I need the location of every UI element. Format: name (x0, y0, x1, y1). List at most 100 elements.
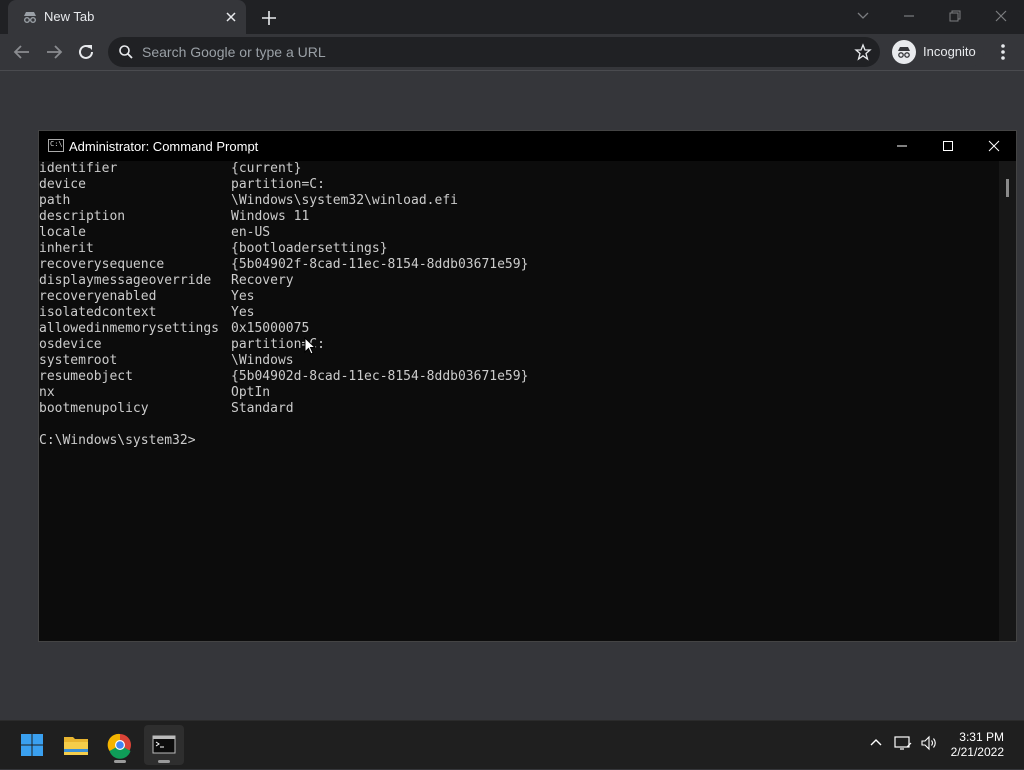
entry-key: systemroot (39, 353, 118, 368)
console-output[interactable]: identifier {current} device partition=C: p… (39, 161, 999, 641)
entry-key: bootmenupolicy (39, 401, 149, 416)
console-line: locale en-US (39, 225, 999, 241)
entry-key: locale (39, 225, 86, 240)
entry-key: path (39, 193, 71, 208)
entry-key: identifier (39, 161, 118, 176)
minimize-button[interactable] (886, 0, 932, 32)
minimize-icon (897, 145, 907, 147)
minimize-icon (904, 15, 914, 17)
entry-value: {current} (231, 161, 302, 176)
file-explorer-icon (64, 737, 88, 755)
taskbar-terminal[interactable] (144, 725, 184, 765)
cmd-maximize-button[interactable] (925, 131, 971, 161)
incognito-label: Incognito (923, 44, 976, 59)
command-prompt-window[interactable]: C:\ Administrator: Command Prompt identi… (38, 130, 1017, 642)
command-prompt-line[interactable]: C:\Windows\system32> (39, 433, 196, 449)
close-icon[interactable] (222, 8, 240, 26)
entry-value: \Windows (231, 353, 294, 368)
entry-key: resumeobject (39, 369, 133, 384)
volume-icon[interactable] (920, 735, 938, 751)
entry-value: Recovery (231, 273, 294, 288)
entry-key: allowedinmemorysettings (39, 321, 220, 336)
console-line: osdevice partition=C: (39, 337, 999, 353)
cmd-app-icon: C:\ (48, 139, 64, 152)
clock-date: 2/21/2022 (950, 745, 1004, 759)
entry-value: 0x15000075 (231, 321, 310, 336)
entry-key: inherit (39, 241, 94, 256)
incognito-profile-button[interactable]: Incognito (892, 37, 984, 67)
back-icon[interactable] (10, 40, 34, 64)
chevron-down-icon (857, 12, 869, 19)
entry-value: \Windows\system32\winload.efi (231, 193, 458, 208)
entry-key: nx (39, 385, 55, 400)
entry-value: Yes (231, 289, 255, 304)
entry-value: en-US (231, 225, 271, 240)
cmd-minimize-button[interactable] (879, 131, 925, 161)
running-indicator (114, 760, 126, 763)
address-bar[interactable]: Search Google or type a URL (108, 37, 880, 67)
cmd-close-button[interactable] (971, 131, 1017, 161)
forward-icon[interactable] (42, 40, 66, 64)
terminal-icon (152, 735, 176, 754)
taskbar-chrome[interactable] (100, 725, 140, 765)
tab-new-tab[interactable]: New Tab (8, 0, 246, 34)
chevron-up-icon[interactable] (868, 735, 884, 751)
console-line: recoveryenabled Yes (39, 289, 999, 305)
running-indicator (158, 760, 170, 763)
tab-title: New Tab (44, 9, 95, 24)
tab-search-button[interactable] (840, 0, 886, 32)
restore-button[interactable] (932, 0, 978, 32)
entry-key: displaymessageoverride (39, 273, 212, 288)
clock-time: 3:31 PM (959, 730, 1004, 744)
console-line: resumeobject {5b04902d-8cad-11ec-8154-8dd… (39, 369, 999, 385)
console-line: displaymessageoverride Recovery (39, 273, 999, 289)
start-button[interactable] (12, 725, 52, 765)
star-icon[interactable] (854, 43, 872, 61)
entry-value: partition=C: (231, 177, 325, 192)
maximize-icon (943, 141, 953, 151)
console-line: device partition=C: (39, 177, 999, 193)
entry-value: {5b04902f-8cad-11ec-8154-8ddb03671e59} (231, 257, 529, 272)
taskbar: 3:31 PM 2/21/2022 (0, 720, 1024, 769)
taskbar-clock[interactable]: 3:31 PM 2/21/2022 (951, 730, 1004, 760)
entry-key: description (39, 209, 126, 224)
console-scrollbar[interactable] (999, 161, 1016, 641)
entry-value: OptIn (231, 385, 271, 400)
windows-start-icon (21, 734, 43, 756)
kebab-menu-icon[interactable] (994, 40, 1012, 64)
taskbar-file-explorer[interactable] (56, 725, 96, 765)
console-line: allowedinmemorysettings 0x15000075 (39, 321, 999, 337)
network-icon[interactable] (894, 735, 912, 751)
entry-key: isolatedcontext (39, 305, 157, 320)
close-button[interactable] (978, 0, 1024, 32)
incognito-icon (24, 12, 36, 23)
close-icon (988, 140, 1000, 152)
console-line: identifier {current} (39, 161, 999, 177)
plus-icon[interactable] (258, 7, 280, 29)
entry-key: device (39, 177, 86, 192)
cmd-titlebar[interactable]: C:\ Administrator: Command Prompt (39, 131, 1016, 161)
cmd-icon-text: C:\ (50, 140, 63, 148)
mouse-cursor-icon (304, 337, 316, 355)
entry-key: osdevice (39, 337, 102, 352)
console-line: description Windows 11 (39, 209, 999, 225)
console-line: path \Windows\system32\winload.efi (39, 193, 999, 209)
browser-toolbar: Search Google or type a URL Incognito (0, 34, 1024, 71)
reload-icon[interactable] (74, 40, 98, 64)
console-line: nx OptIn (39, 385, 999, 401)
entry-key: recoveryenabled (39, 289, 157, 304)
entry-value: Standard (231, 401, 294, 416)
close-icon (995, 10, 1007, 22)
search-icon (119, 45, 133, 59)
entry-key: recoverysequence (39, 257, 165, 272)
console-line: inherit {bootloadersettings} (39, 241, 999, 257)
address-bar-placeholder: Search Google or type a URL (142, 44, 326, 60)
console-line: recoverysequence {5b04902f-8cad-11ec-8154… (39, 257, 999, 273)
incognito-icon (892, 40, 916, 64)
entry-value: {bootloadersettings} (231, 241, 388, 256)
scrollbar-thumb[interactable] (1006, 179, 1009, 197)
restore-icon (949, 10, 961, 22)
entry-value: {5b04902d-8cad-11ec-8154-8ddb03671e59} (231, 369, 529, 384)
console-line: bootmenupolicy Standard (39, 401, 999, 417)
console-line: systemroot \Windows (39, 353, 999, 369)
